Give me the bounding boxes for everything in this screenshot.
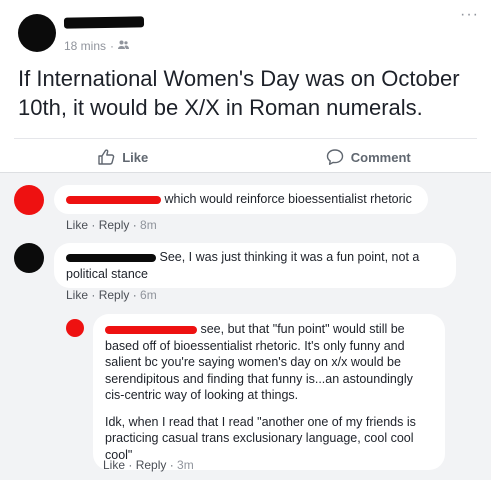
meta-separator: · (110, 39, 115, 53)
comment-text: which would reinforce bioessentialist rh… (164, 192, 412, 206)
comment-bubble-icon (326, 149, 343, 165)
redacted-author-name[interactable] (63, 16, 145, 29)
comment-like-link[interactable]: Like (66, 218, 88, 232)
like-label: Like (122, 149, 149, 165)
post-card: 18 mins · ··· If International Women's D… (0, 0, 491, 480)
commenter-avatar[interactable] (66, 319, 84, 337)
like-button[interactable]: Like (0, 142, 246, 172)
more-options-icon[interactable]: ··· (460, 7, 479, 23)
thumbs-up-icon (98, 149, 115, 165)
post-actions: Like Comment (0, 142, 491, 172)
comment-like-link[interactable]: Like (66, 288, 88, 302)
comment-reply-link[interactable]: Reply (99, 288, 130, 302)
post-text: If International Women's Day was on Octo… (18, 66, 460, 120)
post-time[interactable]: 18 mins (64, 39, 106, 53)
comment-text-paragraph-2: Idk, when I read that I read "another on… (105, 414, 416, 462)
author-avatar[interactable] (18, 14, 56, 52)
comment-label: Comment (350, 149, 411, 165)
comment-time[interactable]: 8m (140, 218, 157, 232)
comment-reply-link[interactable]: Reply (99, 218, 130, 232)
commenter-avatar[interactable] (14, 243, 44, 273)
comment-reply-link[interactable]: Reply (136, 458, 167, 472)
redacted-commenter-name[interactable] (105, 325, 197, 334)
comment-bubble: See, I was just thinking it was a fun po… (54, 243, 456, 288)
comment-actions: Like · Reply · 8m (66, 218, 157, 232)
comment-button[interactable]: Comment (246, 142, 491, 172)
comment-text: see, but that "fun point" would still be… (105, 322, 413, 402)
comment-actions: Like · Reply · 6m (66, 288, 157, 302)
comments-section: which would reinforce bioessentialist rh… (0, 172, 491, 480)
comment-like-link[interactable]: Like (103, 458, 125, 472)
friends-icon[interactable] (118, 40, 130, 52)
comment-bubble: see, but that "fun point" would still be… (93, 314, 445, 470)
commenter-avatar[interactable] (14, 185, 44, 215)
comment-bubble: which would reinforce bioessentialist rh… (54, 185, 428, 214)
comment-actions: Like · Reply · 3m (103, 458, 194, 472)
redacted-commenter-name[interactable] (66, 195, 161, 204)
redacted-commenter-name[interactable] (66, 253, 156, 262)
divider (14, 138, 477, 139)
post-meta: 18 mins · (64, 39, 130, 53)
comment-time[interactable]: 6m (140, 288, 157, 302)
comment-time[interactable]: 3m (177, 458, 194, 472)
